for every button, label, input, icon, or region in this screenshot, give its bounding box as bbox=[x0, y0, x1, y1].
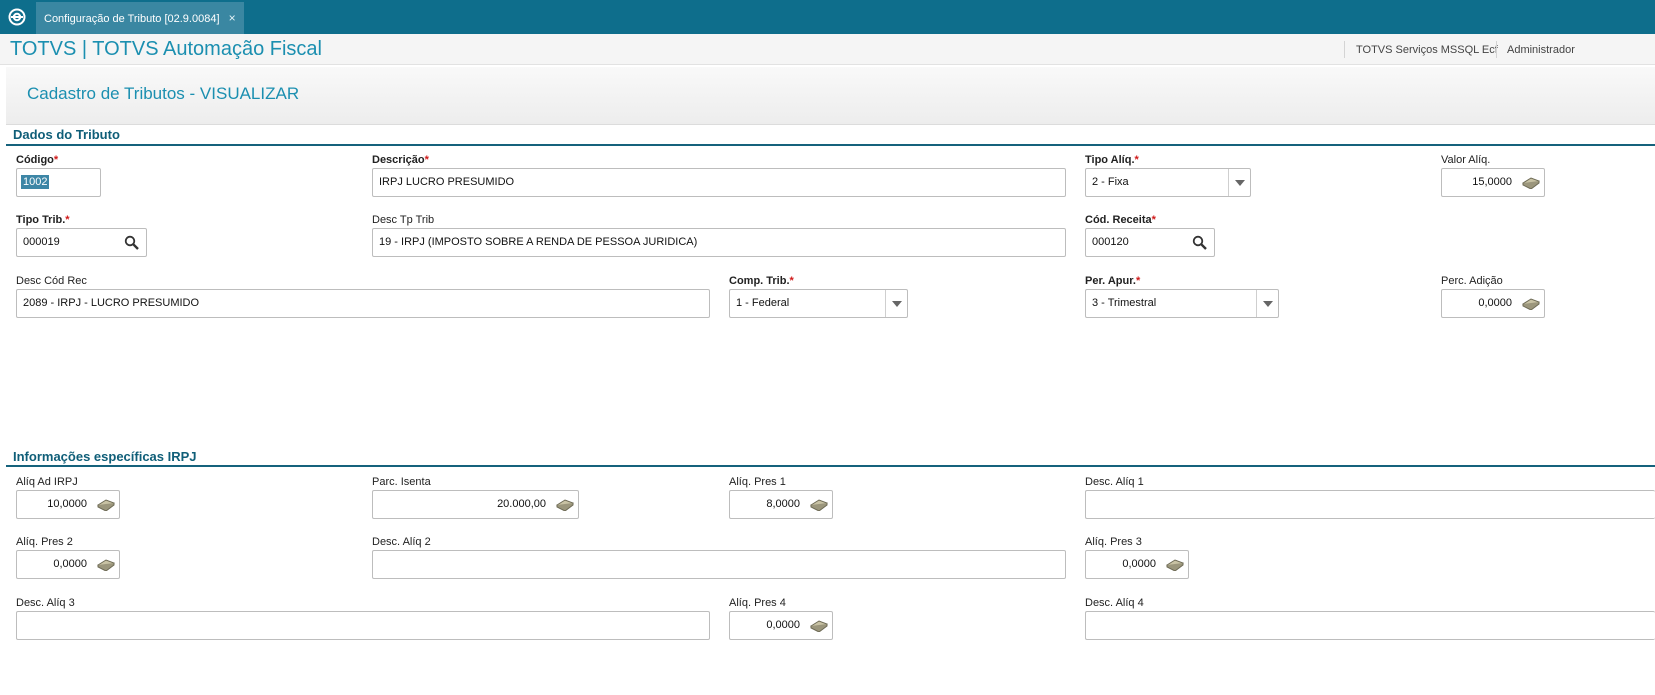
form-title-panel: Cadastro de Tributos - VISUALIZAR bbox=[6, 67, 1655, 125]
desc-aliq-4-field[interactable] bbox=[1085, 611, 1655, 640]
tipo-aliq-select[interactable]: 2 - Fixa bbox=[1085, 168, 1251, 197]
parc-isenta-field[interactable]: 20.000,00 bbox=[372, 490, 579, 519]
close-icon[interactable]: × bbox=[229, 11, 236, 25]
search-icon[interactable] bbox=[118, 229, 146, 256]
comp-trib-value: 1 - Federal bbox=[736, 297, 790, 309]
desc-aliq-4-label: Desc. Alíq 4 bbox=[1085, 597, 1144, 609]
desc-tp-trib-field[interactable]: 19 - IRPJ (IMPOSTO SOBRE A RENDA DE PESS… bbox=[372, 228, 1066, 257]
valor-aliq-label: Valor Alíq. bbox=[1441, 154, 1491, 166]
valor-aliq-field[interactable]: 15,0000 bbox=[1441, 168, 1545, 197]
perc-adicao-label: Perc. Adição bbox=[1441, 275, 1503, 287]
parc-isenta-label: Parc. Isenta bbox=[372, 476, 431, 488]
aliq-ad-irpj-label: Alíq Ad IRPJ bbox=[16, 476, 78, 488]
calculator-icon[interactable] bbox=[550, 491, 578, 518]
per-apur-select[interactable]: 3 - Trimestral bbox=[1085, 289, 1279, 318]
calculator-icon[interactable] bbox=[804, 612, 832, 639]
calculator-icon[interactable] bbox=[91, 551, 119, 578]
aliq-pres-2-field[interactable]: 0,0000 bbox=[16, 550, 120, 579]
page-title: Cadastro de Tributos - VISUALIZAR bbox=[27, 84, 300, 103]
totvs-logo-icon[interactable] bbox=[8, 8, 26, 26]
cod-receita-value: 000120 bbox=[1092, 236, 1129, 248]
calculator-icon[interactable] bbox=[1516, 290, 1544, 317]
aliq-pres-3-field[interactable]: 0,0000 bbox=[1085, 550, 1189, 579]
aliq-pres-2-value: 0,0000 bbox=[53, 558, 87, 570]
codigo-field[interactable]: 1002 bbox=[16, 168, 101, 197]
header-divider bbox=[1496, 41, 1497, 58]
desc-aliq-1-label: Desc. Alíq 1 bbox=[1085, 476, 1144, 488]
comp-trib-select[interactable]: 1 - Federal bbox=[729, 289, 908, 318]
chevron-down-icon[interactable] bbox=[1256, 290, 1278, 317]
tab-configuracao-tributo[interactable]: Configuração de Tributo [02.9.0084] × bbox=[36, 2, 244, 34]
aliq-pres-1-value: 8,0000 bbox=[766, 498, 800, 510]
app-brand: TOTVS | TOTVS Automação Fiscal bbox=[10, 38, 322, 60]
perc-adicao-value: 0,0000 bbox=[1478, 297, 1512, 309]
desc-aliq-2-field[interactable] bbox=[372, 550, 1066, 579]
tipo-aliq-value: 2 - Fixa bbox=[1092, 176, 1129, 188]
tipo-trib-value: 000019 bbox=[23, 236, 60, 248]
codigo-label: Código* bbox=[16, 154, 59, 166]
desc-cod-rec-label: Desc Cód Rec bbox=[16, 275, 87, 287]
calculator-icon[interactable] bbox=[1516, 169, 1544, 196]
codigo-value: 1002 bbox=[21, 175, 50, 189]
tipo-trib-field[interactable]: 000019 bbox=[16, 228, 147, 257]
section-divider bbox=[6, 144, 1655, 146]
aliq-pres-3-value: 0,0000 bbox=[1122, 558, 1156, 570]
parc-isenta-value: 20.000,00 bbox=[497, 498, 546, 510]
app-header: TOTVS | TOTVS Automação Fiscal TOTVS Ser… bbox=[0, 34, 1655, 65]
comp-trib-label: Comp. Trib.* bbox=[729, 275, 794, 287]
desc-aliq-1-field[interactable] bbox=[1085, 490, 1655, 519]
section-title-dados: Dados do Tributo bbox=[13, 127, 120, 142]
chevron-down-icon[interactable] bbox=[885, 290, 907, 317]
desc-tp-trib-label: Desc Tp Trib bbox=[372, 214, 435, 226]
calculator-icon[interactable] bbox=[804, 491, 832, 518]
section-title-irpj: Informações específicas IRPJ bbox=[13, 449, 197, 464]
chevron-down-icon[interactable] bbox=[1228, 169, 1250, 196]
cod-receita-label: Cód. Receita* bbox=[1085, 214, 1156, 226]
desc-cod-rec-field[interactable]: 2089 - IRPJ - LUCRO PRESUMIDO bbox=[16, 289, 710, 318]
calculator-icon[interactable] bbox=[1160, 551, 1188, 578]
tab-label: Configuração de Tributo [02.9.0084] bbox=[44, 13, 220, 25]
per-apur-value: 3 - Trimestral bbox=[1092, 297, 1157, 309]
aliq-pres-2-label: Alíq. Pres 2 bbox=[16, 536, 73, 548]
aliq-pres-4-value: 0,0000 bbox=[766, 619, 800, 631]
desc-aliq-3-field[interactable] bbox=[16, 611, 710, 640]
descricao-field[interactable]: IRPJ LUCRO PRESUMIDO bbox=[372, 168, 1066, 197]
search-icon[interactable] bbox=[1186, 229, 1214, 256]
aliq-pres-3-label: Alíq. Pres 3 bbox=[1085, 536, 1142, 548]
user-menu[interactable]: Administrador bbox=[1507, 44, 1575, 56]
tipo-aliq-label: Tipo Alíq.* bbox=[1085, 154, 1139, 166]
aliq-pres-1-field[interactable]: 8,0000 bbox=[729, 490, 833, 519]
top-tab-bar: Configuração de Tributo [02.9.0084] × bbox=[0, 0, 1655, 34]
calculator-icon[interactable] bbox=[91, 491, 119, 518]
aliq-pres-4-field[interactable]: 0,0000 bbox=[729, 611, 833, 640]
environment-label[interactable]: TOTVS Serviços MSSQL Ecf bbox=[1356, 44, 1498, 56]
desc-aliq-3-label: Desc. Alíq 3 bbox=[16, 597, 75, 609]
section-divider bbox=[6, 465, 1655, 467]
aliq-ad-irpj-value: 10,0000 bbox=[47, 498, 87, 510]
tipo-trib-label: Tipo Trib.* bbox=[16, 214, 70, 226]
descricao-label: Descrição* bbox=[372, 154, 429, 166]
valor-aliq-value: 15,0000 bbox=[1472, 176, 1512, 188]
aliq-ad-irpj-field[interactable]: 10,0000 bbox=[16, 490, 120, 519]
perc-adicao-field[interactable]: 0,0000 bbox=[1441, 289, 1545, 318]
desc-aliq-2-label: Desc. Alíq 2 bbox=[372, 536, 431, 548]
aliq-pres-1-label: Alíq. Pres 1 bbox=[729, 476, 786, 488]
per-apur-label: Per. Apur.* bbox=[1085, 275, 1141, 287]
cod-receita-field[interactable]: 000120 bbox=[1085, 228, 1215, 257]
aliq-pres-4-label: Alíq. Pres 4 bbox=[729, 597, 786, 609]
header-divider bbox=[1344, 41, 1345, 58]
